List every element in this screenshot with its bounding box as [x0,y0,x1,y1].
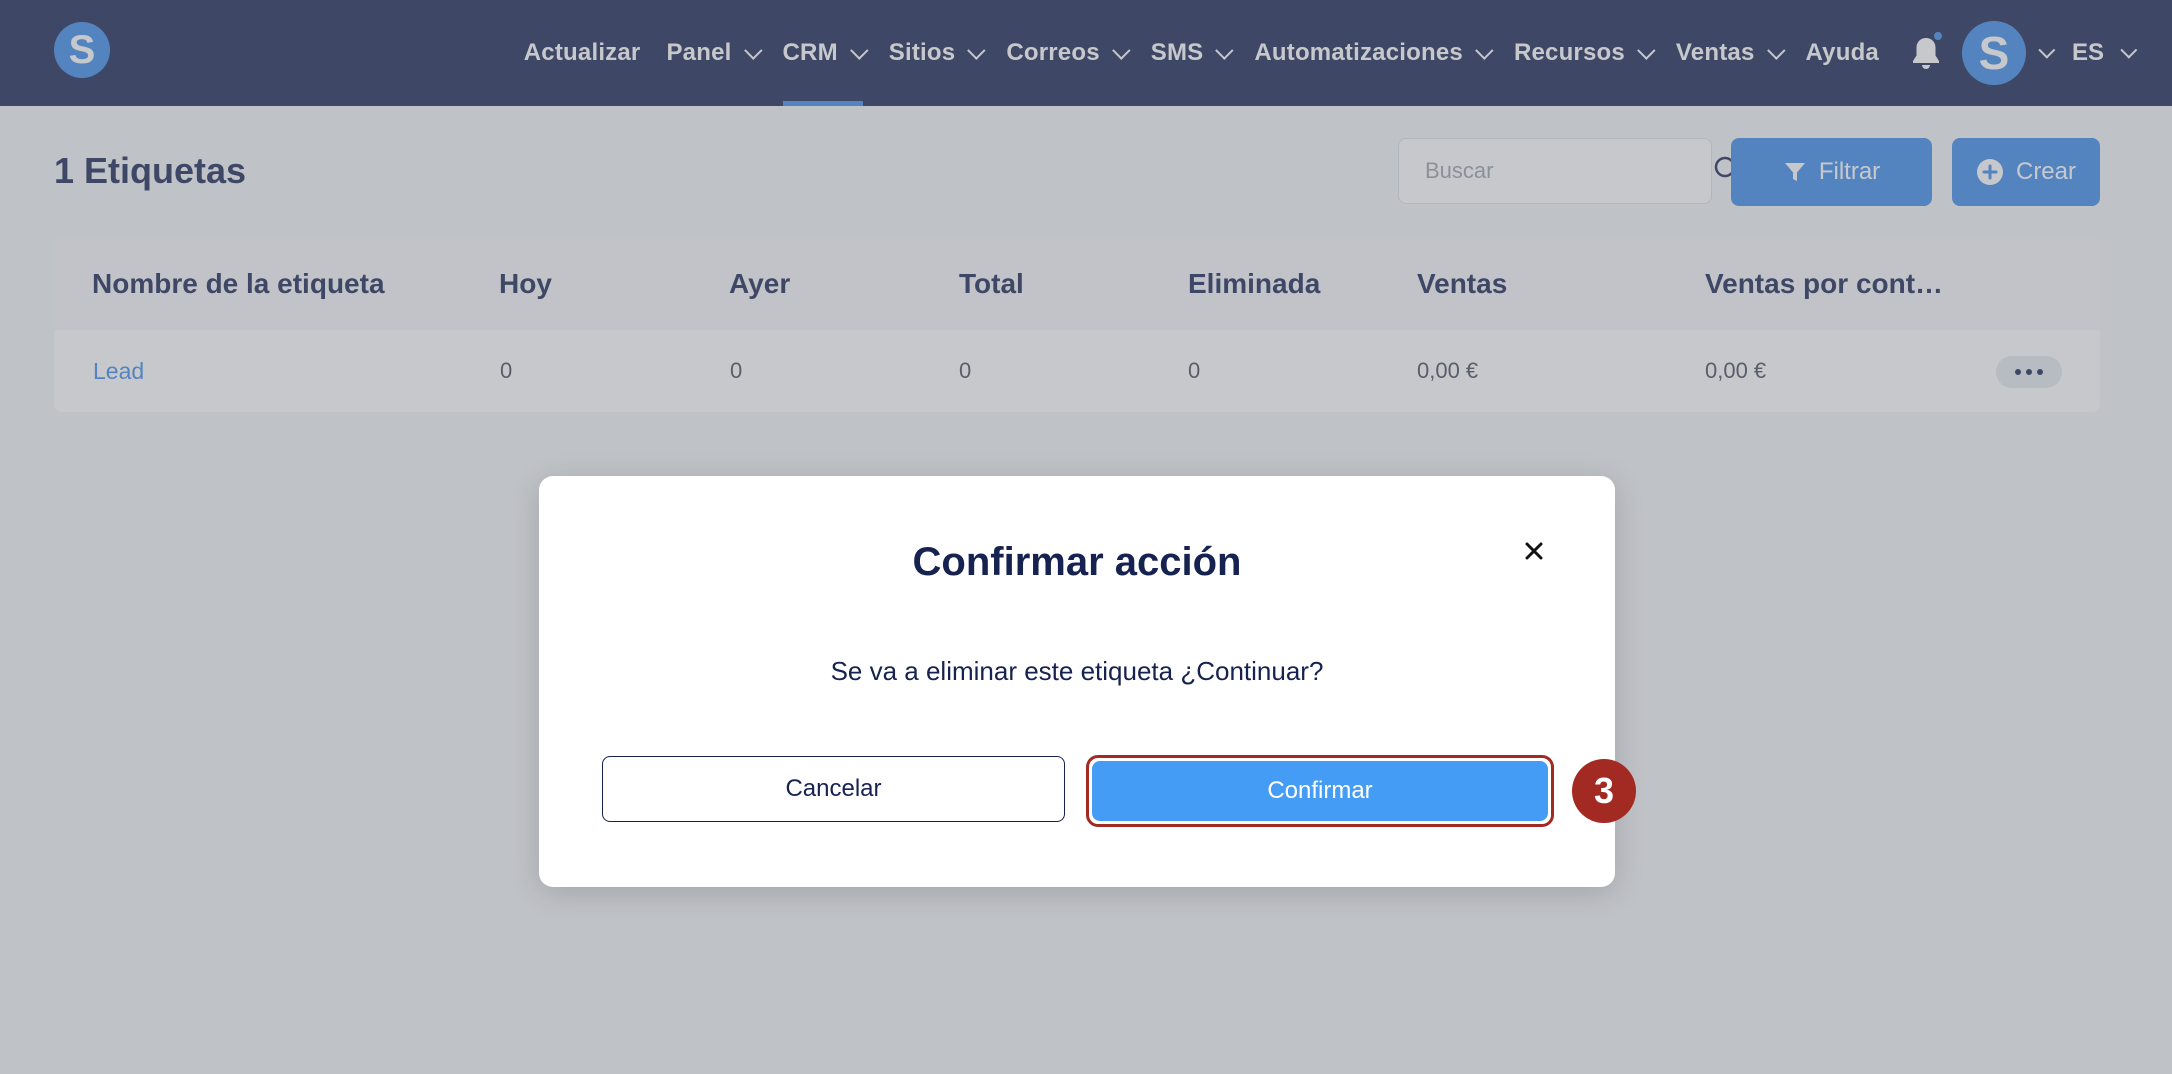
close-icon[interactable] [1519,536,1549,566]
dialog-title: Confirmar acción [912,540,1242,584]
dialog-message: Se va a eliminar este etiqueta ¿Continua… [830,656,1324,686]
confirm-dialog: Confirmar acción Se va a eliminar este e… [539,476,1615,887]
confirm-button-highlight: Confirmar [1086,755,1554,827]
step-badge: 3 [1572,759,1636,823]
confirm-button[interactable]: Confirmar [1092,761,1548,821]
cancel-button[interactable]: Cancelar [602,756,1065,822]
